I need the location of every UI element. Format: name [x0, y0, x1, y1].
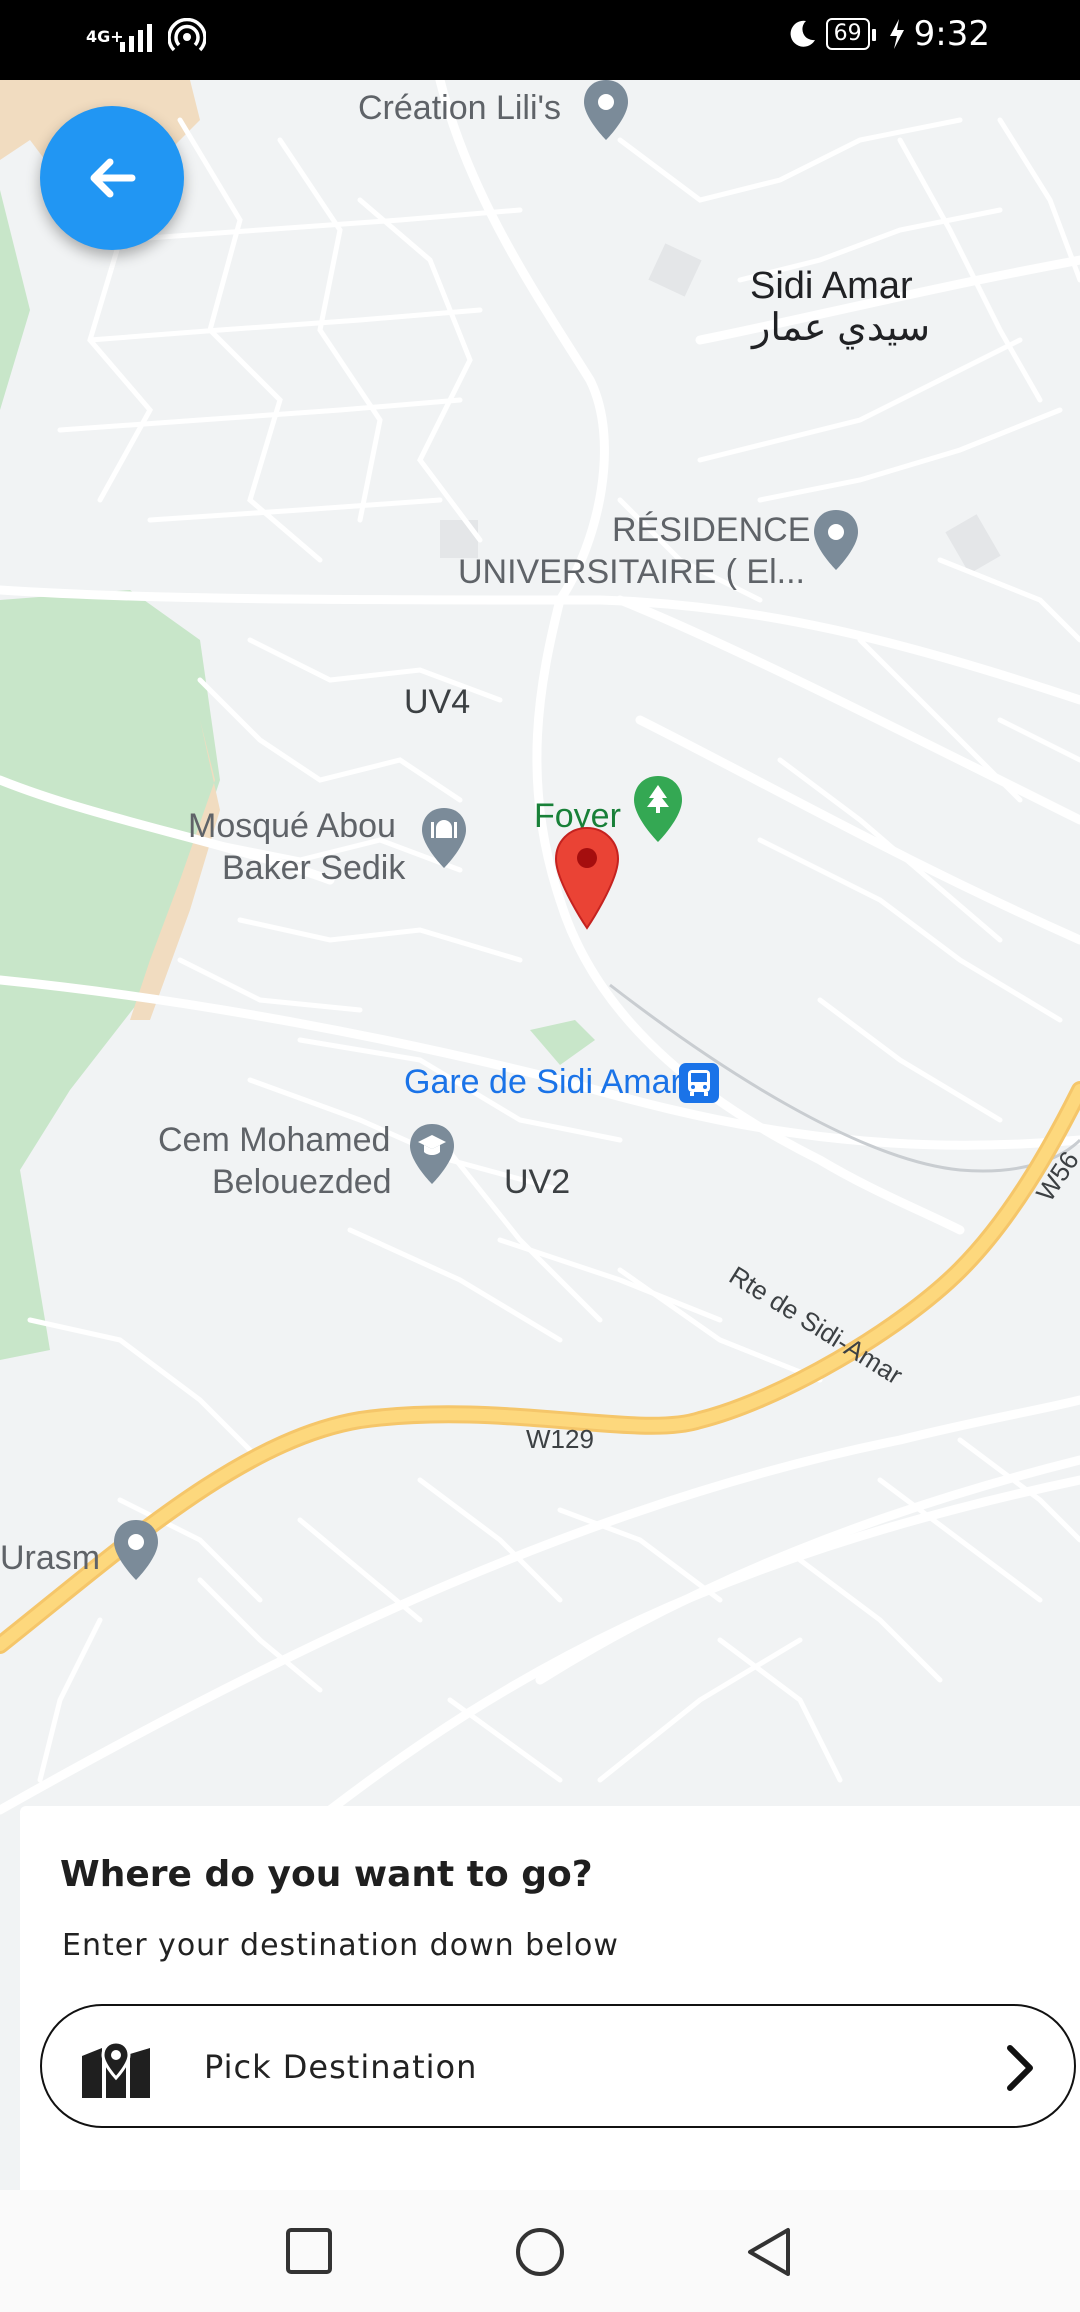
sheet-title: Where do you want to go? — [60, 1854, 593, 1895]
area-label-sidi-amar-arabic: سيدي عمار — [752, 307, 931, 349]
back-button[interactable] — [40, 106, 184, 250]
place-pin-icon[interactable] — [580, 80, 632, 142]
arrow-left-icon — [90, 158, 136, 198]
park-pin-icon[interactable] — [630, 774, 686, 844]
pick-destination-button[interactable]: Pick Destination — [40, 2004, 1076, 2128]
poi-label-mosque-line2: Baker Sedik — [222, 849, 406, 887]
sheet-subtitle: Enter your destination down below — [62, 1928, 619, 1963]
poi-label-cem-line2: Belouezded — [212, 1163, 392, 1201]
moon-icon — [790, 20, 815, 47]
poi-label-cem-line1: Cem Mohamed — [158, 1121, 391, 1159]
clock: 9:32 — [913, 14, 990, 54]
battery-icon: 69 — [825, 18, 876, 50]
charging-icon — [889, 19, 904, 49]
transit-label-gare: Gare de Sidi Amar — [404, 1063, 682, 1101]
poi-label-urasm: Urasm — [0, 1539, 101, 1577]
poi-label-residence-line2: UNIVERSITAIRE ( El... — [458, 553, 805, 591]
place-pin-icon[interactable] — [110, 1518, 162, 1582]
chevron-right-icon — [1007, 2045, 1033, 2091]
selected-location-pin-icon[interactable] — [553, 826, 621, 930]
hotspot-icon — [168, 18, 206, 52]
status-bar: 4G+ 69 9:32 — [0, 0, 1080, 80]
system-nav-bar — [0, 2190, 1080, 2312]
signal-icon — [120, 24, 152, 52]
school-pin-icon[interactable] — [406, 1122, 458, 1186]
mosque-pin-icon[interactable] — [418, 806, 470, 870]
place-pin-icon[interactable] — [810, 508, 862, 572]
home-circle-icon[interactable] — [514, 2226, 566, 2278]
status-left: 4G+ — [86, 18, 206, 56]
bus-station-icon[interactable] — [678, 1062, 720, 1104]
area-label-uv4: UV4 — [404, 683, 471, 721]
poi-label-mosque-line1: Mosqué Abou — [188, 807, 396, 845]
poi-label-creation-lilis: Création Lili's — [358, 89, 562, 127]
pick-destination-label: Pick Destination — [204, 2048, 478, 2086]
area-label-sidi-amar: Sidi Amar — [750, 265, 913, 307]
road-label-w129: W129 — [526, 1424, 594, 1454]
area-label-uv2: UV2 — [504, 1163, 571, 1201]
map-pin-icon — [82, 2040, 150, 2098]
destination-sheet: Where do you want to go? Enter your dest… — [20, 1806, 1080, 2190]
recents-square-icon[interactable] — [284, 2226, 334, 2276]
network-type-label: 4G+ — [86, 27, 124, 46]
poi-label-residence-line1: RÉSIDENCE — [612, 511, 811, 549]
status-right: 69 9:32 — [786, 14, 990, 54]
back-triangle-icon[interactable] — [744, 2226, 794, 2278]
